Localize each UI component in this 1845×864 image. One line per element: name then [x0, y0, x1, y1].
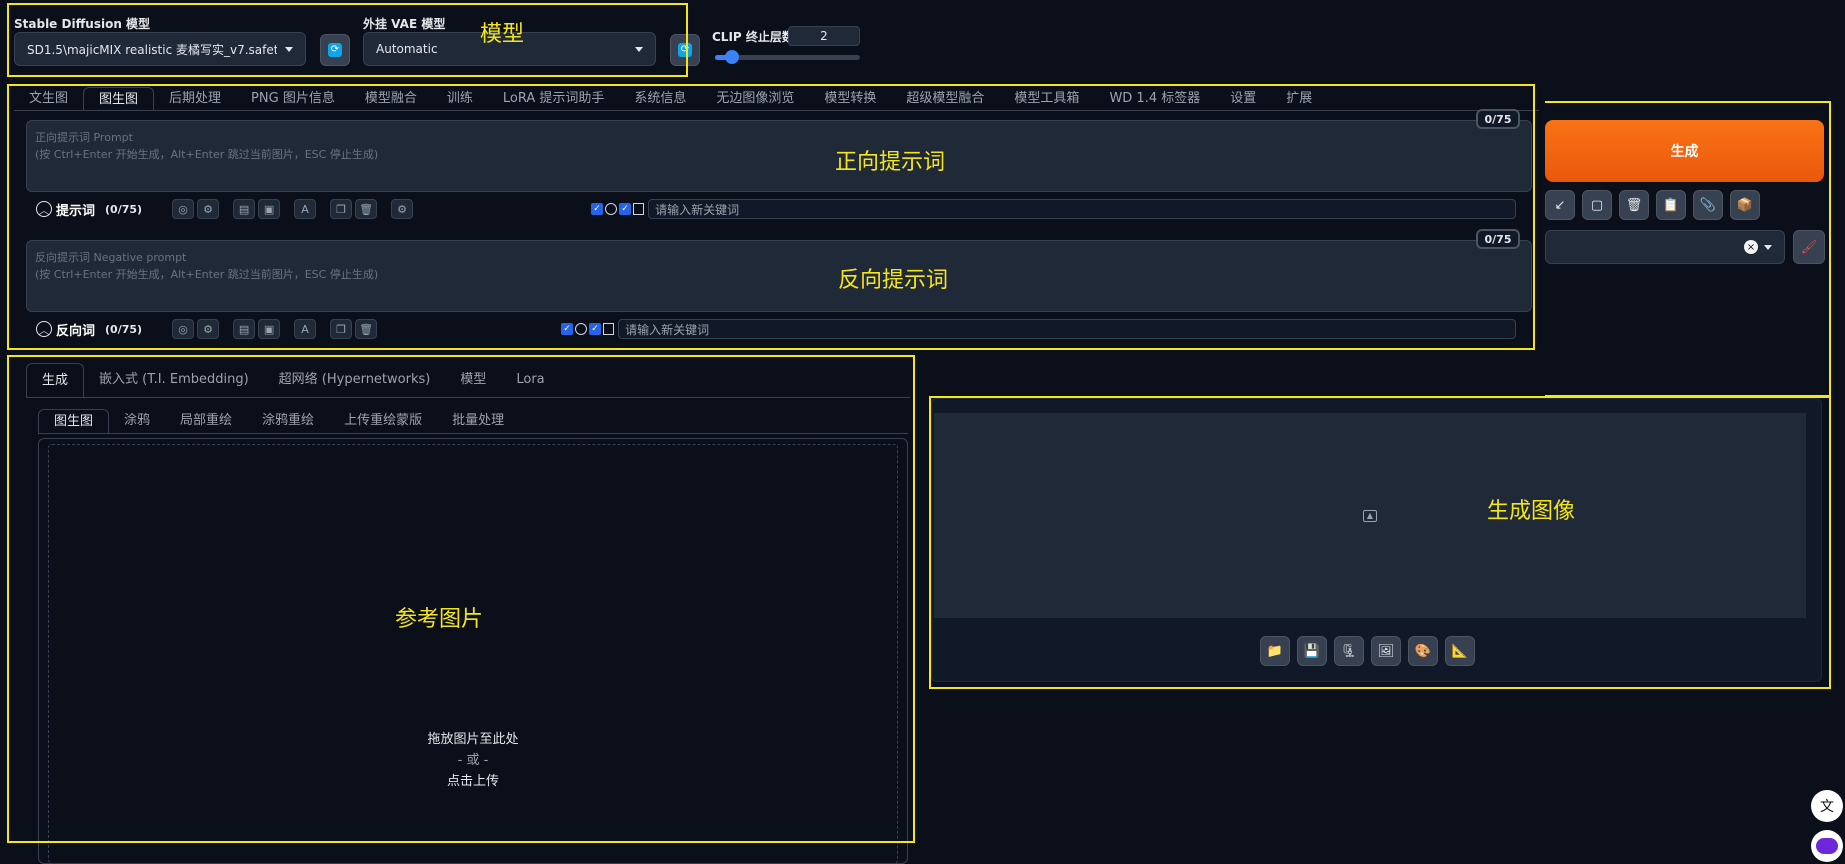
clip-skip-slider[interactable] [715, 50, 860, 64]
annotation-box-output [929, 396, 1831, 689]
annotation-output-label: 生成图像 [1487, 499, 1576, 524]
annotation-box-right [1545, 101, 1831, 397]
clip-skip-label: CLIP 终止层数 [712, 30, 794, 44]
annotation-box-reference [7, 355, 915, 843]
bot-icon [1816, 838, 1838, 854]
annotation-negative-label: 反向提示词 [838, 268, 949, 293]
annotation-box-model [7, 3, 688, 77]
annotation-box-prompts [7, 84, 1535, 350]
annotation-positive-label: 正向提示词 [835, 150, 946, 175]
annotation-reference-label: 参考图片 [395, 607, 484, 632]
translate-float-icon[interactable]: 文 [1811, 790, 1843, 822]
clip-skip-input[interactable]: 2 [788, 26, 860, 46]
annotation-model-label: 模型 [480, 22, 525, 47]
slider-thumb[interactable] [725, 50, 740, 64]
assistant-float-icon[interactable] [1811, 830, 1843, 862]
